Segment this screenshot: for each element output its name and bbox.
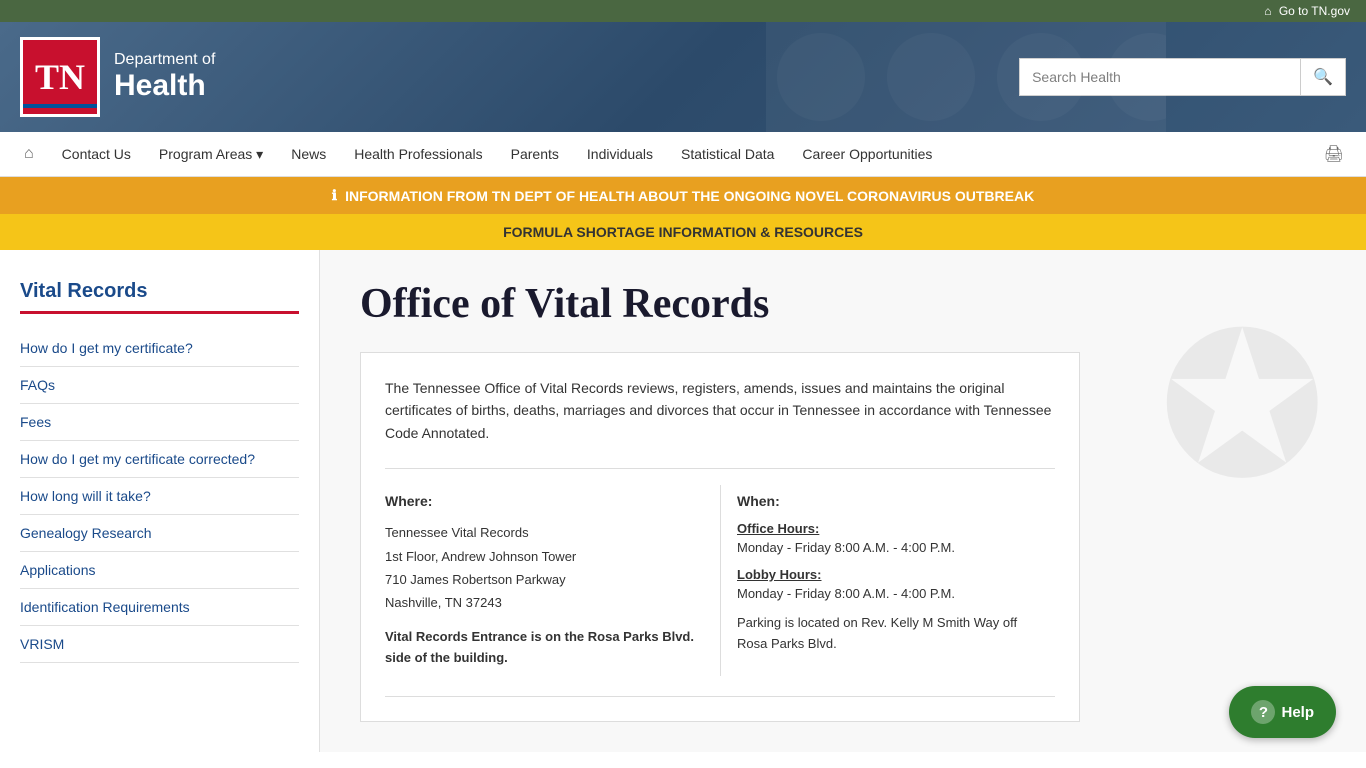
sidebar-link-vrism[interactable]: VRISM	[20, 626, 299, 663]
top-bar: ⌂ Go to TN.gov	[0, 0, 1366, 22]
coronavirus-alert[interactable]: ℹ INFORMATION FROM TN DEPT OF HEALTH ABO…	[0, 177, 1366, 214]
sidebar-link-faqs[interactable]: FAQs	[20, 367, 299, 404]
lobby-hours-title: Lobby Hours:	[737, 567, 1039, 582]
nav-career-opportunities[interactable]: Career Opportunities	[788, 134, 946, 174]
go-to-tn-link[interactable]: Go to TN.gov	[1279, 4, 1350, 18]
help-icon: ?	[1251, 700, 1275, 724]
header: TN Department of Health 🔍	[0, 22, 1366, 132]
office-hours-section: Office Hours: Monday - Friday 8:00 A.M. …	[737, 521, 1039, 555]
nav-news[interactable]: News	[277, 134, 340, 174]
where-col: Where: Tennessee Vital Records 1st Floor…	[385, 485, 720, 676]
nav-parents[interactable]: Parents	[497, 134, 573, 174]
search-button[interactable]: 🔍	[1300, 59, 1345, 95]
when-label: When:	[737, 493, 1039, 509]
lobby-hours-text: Monday - Friday 8:00 A.M. - 4:00 P.M.	[737, 586, 1039, 601]
formula-alert[interactable]: FORMULA SHORTAGE INFORMATION & RESOURCES	[0, 214, 1366, 250]
address-line3: 710 James Robertson Parkway	[385, 568, 704, 591]
nav-health-professionals[interactable]: Health Professionals	[340, 134, 496, 174]
parking-text: Parking is located on Rev. Kelly M Smith…	[737, 613, 1039, 655]
sidebar-link-genealogy[interactable]: Genealogy Research	[20, 515, 299, 552]
info-grid: Where: Tennessee Vital Records 1st Floor…	[385, 468, 1055, 676]
home-icon: ⌂	[1264, 4, 1271, 18]
nav-contact-us[interactable]: Contact Us	[48, 134, 145, 174]
office-hours-title: Office Hours:	[737, 521, 1039, 536]
info-bottom-divider	[385, 696, 1055, 697]
nav-individuals[interactable]: Individuals	[573, 134, 667, 174]
content-area: ✪ Office of Vital Records The Tennessee …	[320, 250, 1366, 752]
intro-text: The Tennessee Office of Vital Records re…	[385, 377, 1055, 444]
health-label: Health	[114, 69, 215, 103]
main-nav: ⌂ Contact Us Program Areas ▾ News Health…	[0, 132, 1366, 177]
print-button[interactable]: 🖨	[1312, 132, 1356, 176]
page-title: Office of Vital Records	[360, 280, 1326, 328]
address-line4: Nashville, TN 37243	[385, 591, 704, 614]
help-button[interactable]: ? Help	[1229, 686, 1336, 738]
formula-alert-text: FORMULA SHORTAGE INFORMATION & RESOURCES	[503, 224, 863, 240]
address-line2: 1st Floor, Andrew Johnson Tower	[385, 545, 704, 568]
sidebar-link-fees[interactable]: Fees	[20, 404, 299, 441]
nav-home[interactable]: ⌂	[10, 133, 48, 175]
entrance-text: Vital Records Entrance is on the Rosa Pa…	[385, 627, 704, 669]
department-name: Department of Health	[114, 51, 215, 103]
help-label: Help	[1281, 704, 1314, 721]
info-icon: ℹ	[332, 187, 337, 204]
nav-program-areas[interactable]: Program Areas ▾	[145, 134, 277, 175]
main-container: Vital Records How do I get my certificat…	[0, 250, 1366, 752]
logo-area: TN Department of Health	[20, 37, 215, 117]
sidebar-link-applications[interactable]: Applications	[20, 552, 299, 589]
logo-text: TN	[35, 56, 85, 98]
sidebar-link-how-long[interactable]: How long will it take?	[20, 478, 299, 515]
sidebar-link-identification[interactable]: Identification Requirements	[20, 589, 299, 626]
search-input[interactable]	[1020, 59, 1300, 95]
search-box: 🔍	[1019, 58, 1346, 96]
info-card: The Tennessee Office of Vital Records re…	[360, 352, 1080, 722]
lobby-hours-section: Lobby Hours: Monday - Friday 8:00 A.M. -…	[737, 567, 1039, 601]
tn-logo[interactable]: TN	[20, 37, 100, 117]
when-col: When: Office Hours: Monday - Friday 8:00…	[720, 485, 1055, 676]
nav-statistical-data[interactable]: Statistical Data	[667, 134, 788, 174]
office-hours-text: Monday - Friday 8:00 A.M. - 4:00 P.M.	[737, 540, 1039, 555]
dept-of-label: Department of	[114, 51, 215, 69]
sidebar-link-corrected[interactable]: How do I get my certificate corrected?	[20, 441, 299, 478]
address: Tennessee Vital Records 1st Floor, Andre…	[385, 521, 704, 615]
search-area: 🔍	[1019, 58, 1346, 96]
sidebar: Vital Records How do I get my certificat…	[0, 250, 320, 752]
address-line1: Tennessee Vital Records	[385, 521, 704, 544]
sidebar-divider	[20, 311, 299, 314]
where-label: Where:	[385, 493, 704, 509]
sidebar-title: Vital Records	[20, 280, 299, 303]
coronavirus-alert-text: INFORMATION FROM TN DEPT OF HEALTH ABOUT…	[345, 188, 1034, 204]
sidebar-link-certificate[interactable]: How do I get my certificate?	[20, 330, 299, 367]
